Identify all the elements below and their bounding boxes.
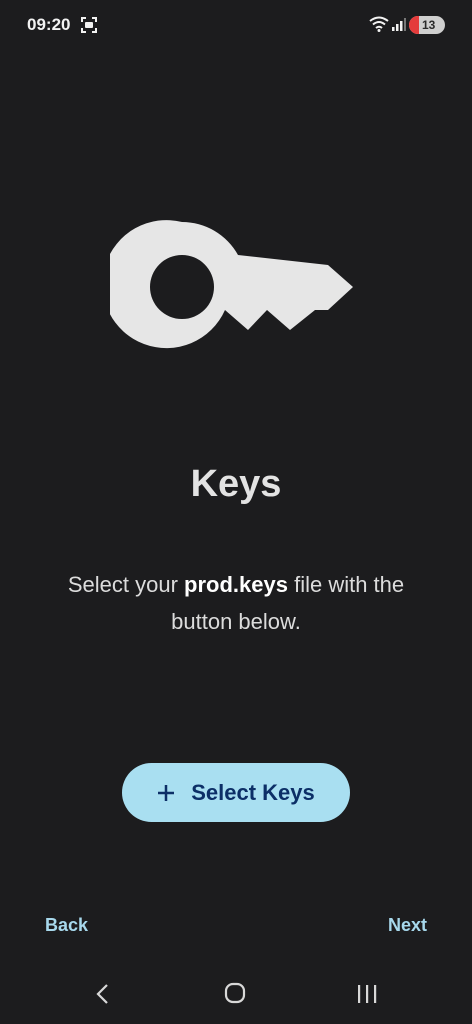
next-button[interactable]: Next [388, 915, 427, 936]
select-keys-button[interactable]: Select Keys [122, 763, 350, 822]
instruction-text-start: Select your [67, 572, 185, 597]
back-chevron-icon[interactable] [93, 982, 113, 1006]
file-name-highlight: prod.keys [184, 572, 288, 597]
battery-icon: 13 [409, 16, 445, 34]
recents-bars-icon[interactable] [356, 984, 378, 1004]
instruction-text: Select your prod.keys file with the butt… [40, 566, 432, 640]
select-keys-label: Select Keys [191, 779, 315, 805]
plus-icon [158, 784, 175, 801]
back-button[interactable]: Back [45, 915, 88, 936]
wifi-icon [369, 16, 389, 32]
system-navigation-bar [0, 970, 472, 1024]
status-time: 09:20 [27, 15, 71, 34]
page-title: Keys [190, 463, 282, 505]
battery-level: 13 [422, 18, 436, 32]
screenshot-icon [81, 17, 97, 33]
key-icon [110, 220, 353, 349]
battery-fill [409, 16, 419, 34]
home-circle-icon[interactable] [224, 982, 246, 1004]
signal-icon [392, 18, 406, 31]
status-bar: 09:20 13 [0, 0, 472, 50]
